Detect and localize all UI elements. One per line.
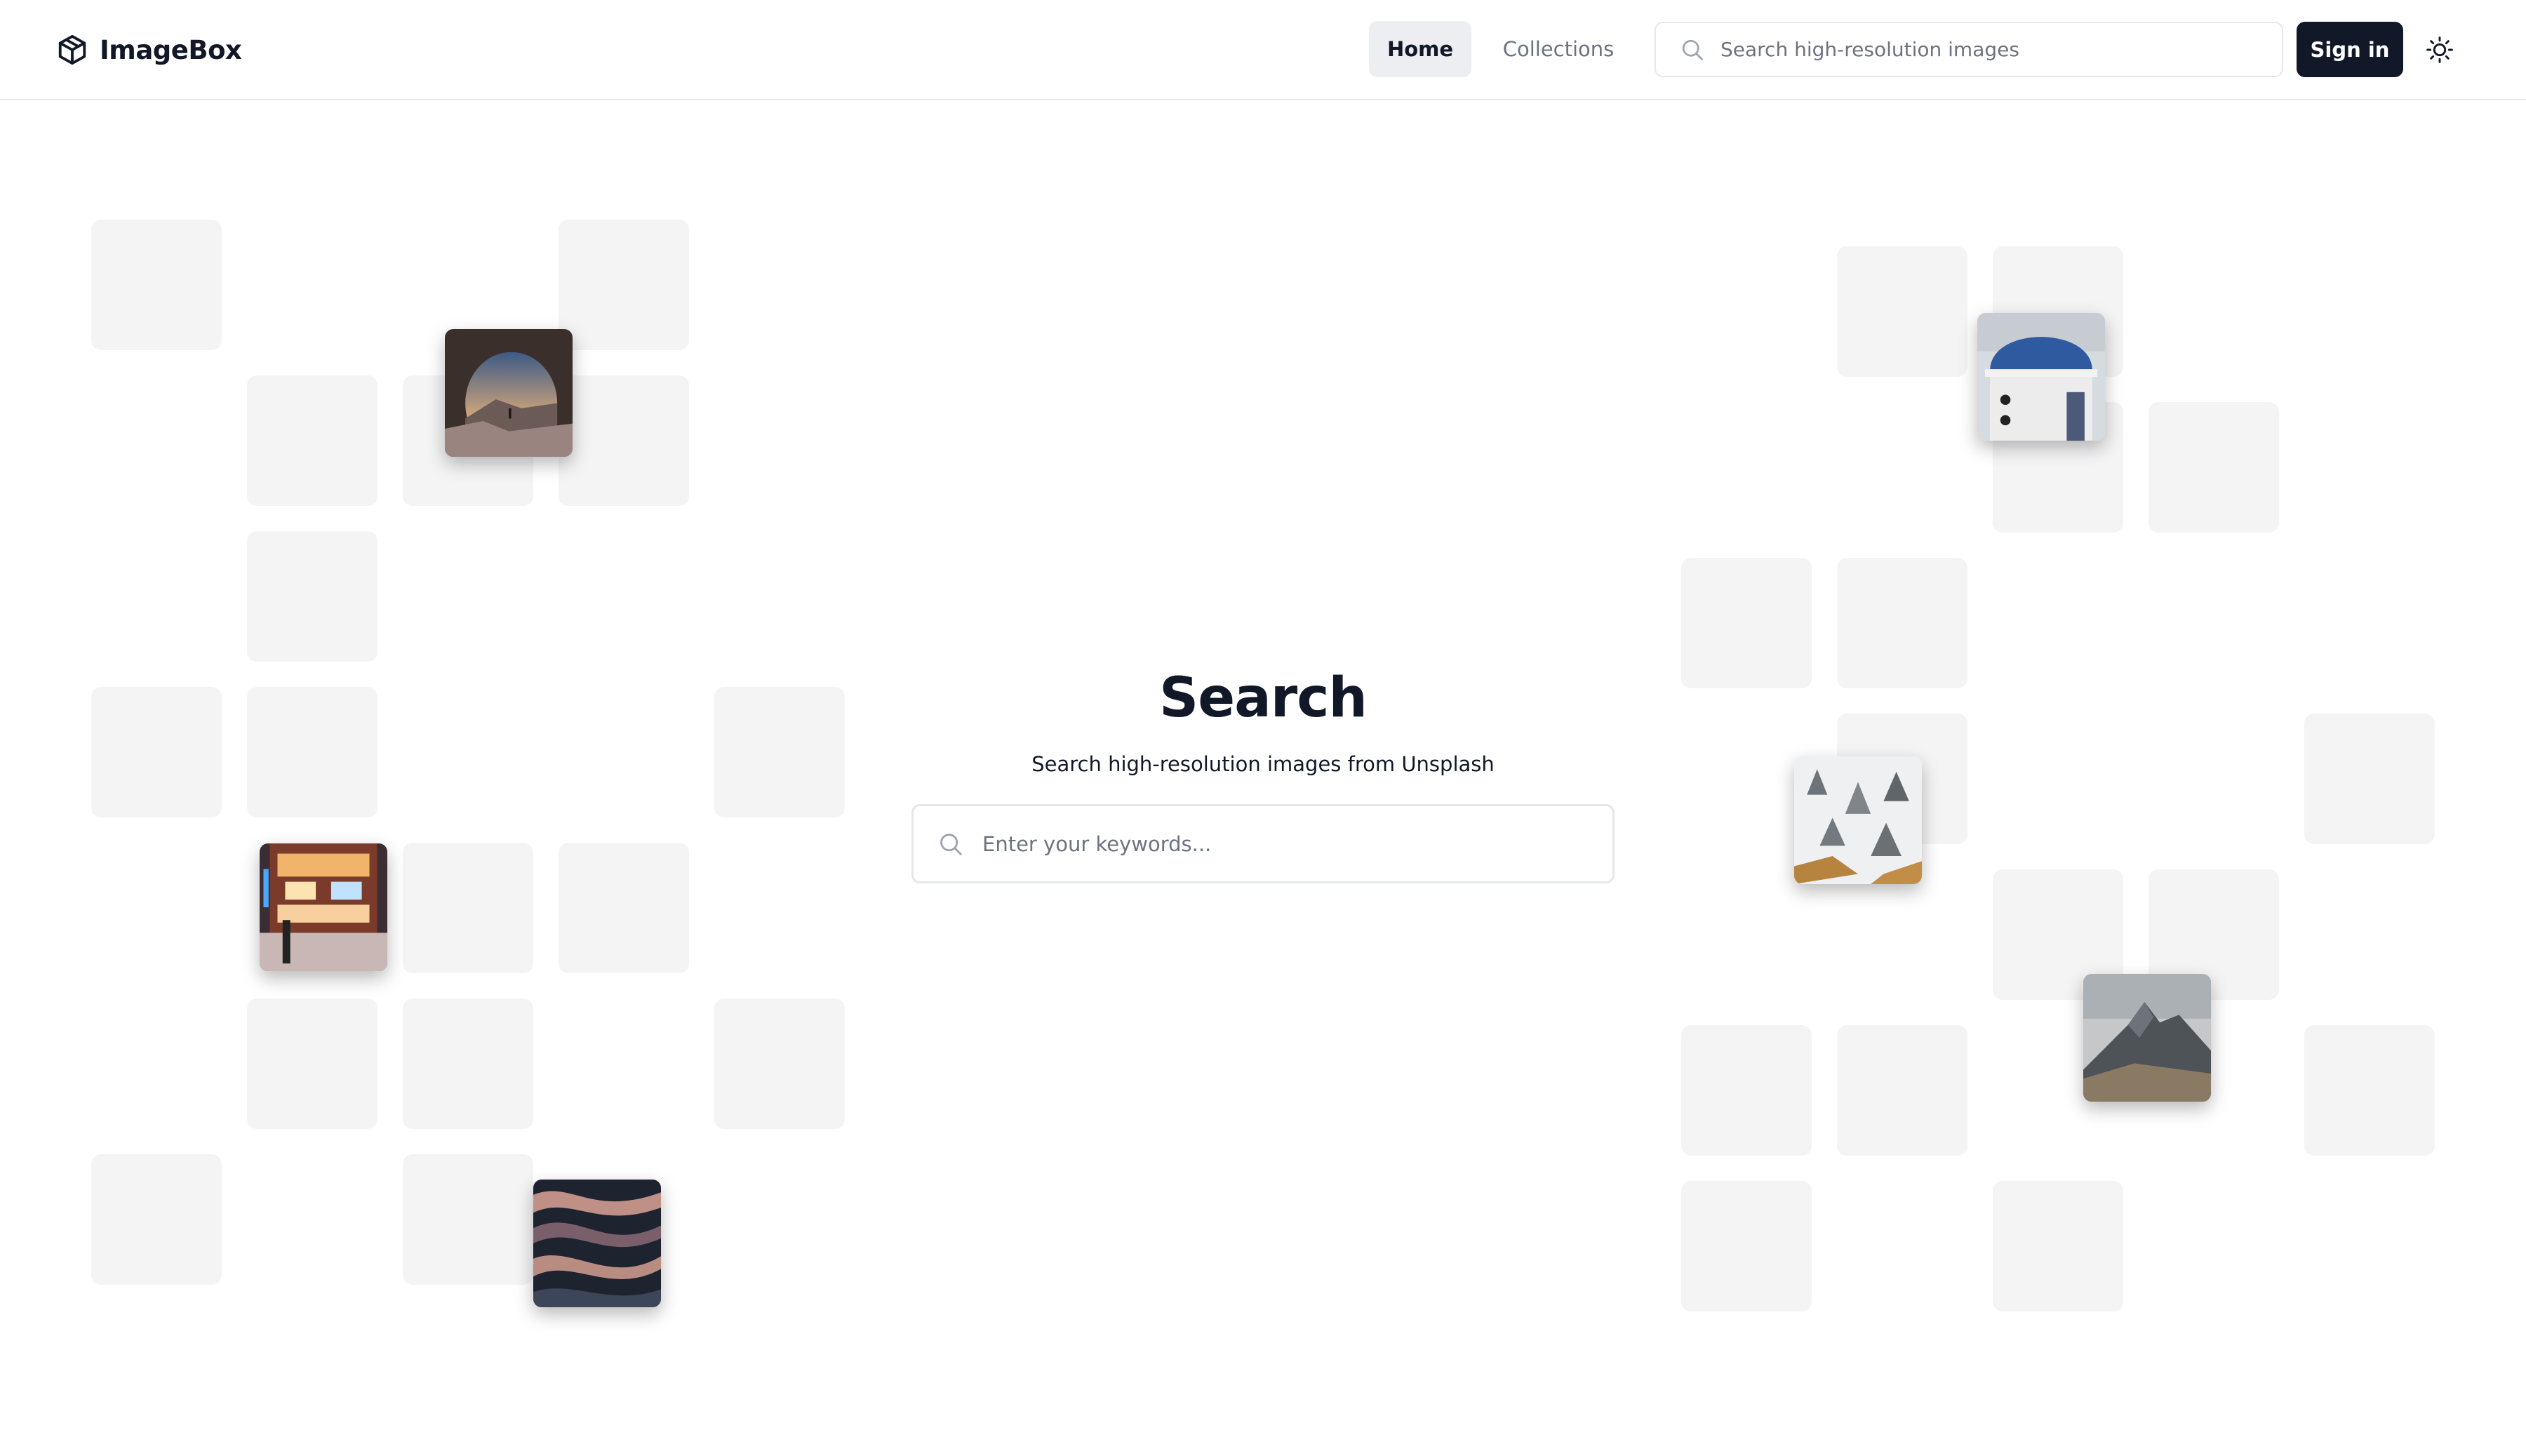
placeholder-tile bbox=[91, 220, 222, 350]
placeholder-tile bbox=[1681, 1181, 1812, 1311]
placeholder-tile bbox=[559, 843, 689, 973]
placeholder-tile bbox=[2304, 1025, 2435, 1156]
nav-home-link[interactable]: Home bbox=[1369, 21, 1471, 77]
placeholder-tile bbox=[247, 531, 377, 662]
photo-neon-city-street[interactable] bbox=[260, 843, 387, 971]
photo-abstract-waves[interactable] bbox=[533, 1180, 661, 1307]
placeholder-tile bbox=[1837, 246, 1967, 377]
nav-collections-link[interactable]: Collections bbox=[1492, 21, 1625, 77]
header-search-input[interactable] bbox=[1719, 37, 2269, 62]
top-navbar: ImageBox Home Collections Sign in bbox=[0, 0, 2526, 100]
header-search-box[interactable] bbox=[1655, 22, 2283, 77]
placeholder-tile bbox=[559, 375, 689, 506]
placeholder-tile bbox=[91, 1154, 222, 1285]
placeholder-tile bbox=[2149, 402, 2279, 533]
photo-rock-arch-sunset[interactable] bbox=[445, 329, 573, 457]
placeholder-tile bbox=[91, 687, 222, 817]
placeholder-tile bbox=[1681, 558, 1812, 688]
placeholder-tile bbox=[247, 687, 377, 817]
hero-title: Search bbox=[1159, 667, 1368, 730]
cube-icon bbox=[58, 34, 86, 65]
brand-logo[interactable]: ImageBox bbox=[56, 31, 242, 69]
placeholder-tile bbox=[403, 999, 533, 1129]
photo-rocky-mountain[interactable] bbox=[2083, 974, 2211, 1102]
search-icon bbox=[940, 833, 962, 855]
placeholder-tile bbox=[247, 375, 377, 506]
placeholder-tile bbox=[1837, 1025, 1967, 1156]
hero-search-box[interactable] bbox=[911, 804, 1615, 883]
placeholder-tile bbox=[403, 843, 533, 973]
placeholder-tile bbox=[2304, 714, 2435, 844]
brand-name: ImageBox bbox=[100, 34, 242, 65]
placeholder-tile bbox=[714, 687, 845, 817]
app-window: ImageBox Home Collections Sign in bbox=[0, 0, 2526, 1456]
hero-search-input[interactable] bbox=[981, 831, 1601, 857]
sign-in-button[interactable]: Sign in bbox=[2297, 22, 2403, 77]
placeholder-tile bbox=[1681, 1025, 1812, 1156]
sun-icon bbox=[2426, 36, 2453, 63]
search-icon bbox=[1682, 39, 1703, 60]
placeholder-tile bbox=[559, 220, 689, 350]
photo-snowy-forest[interactable] bbox=[1794, 756, 1922, 884]
placeholder-tile bbox=[1993, 1181, 2123, 1311]
placeholder-tile bbox=[403, 1154, 533, 1285]
theme-toggle-button[interactable] bbox=[2422, 32, 2457, 67]
hero-subtitle: Search high-resolution images from Unspl… bbox=[1031, 752, 1495, 776]
placeholder-tile bbox=[1837, 558, 1967, 688]
placeholder-tile bbox=[714, 999, 845, 1129]
placeholder-tile bbox=[247, 999, 377, 1129]
photo-blue-dome-church[interactable] bbox=[1977, 313, 2105, 441]
